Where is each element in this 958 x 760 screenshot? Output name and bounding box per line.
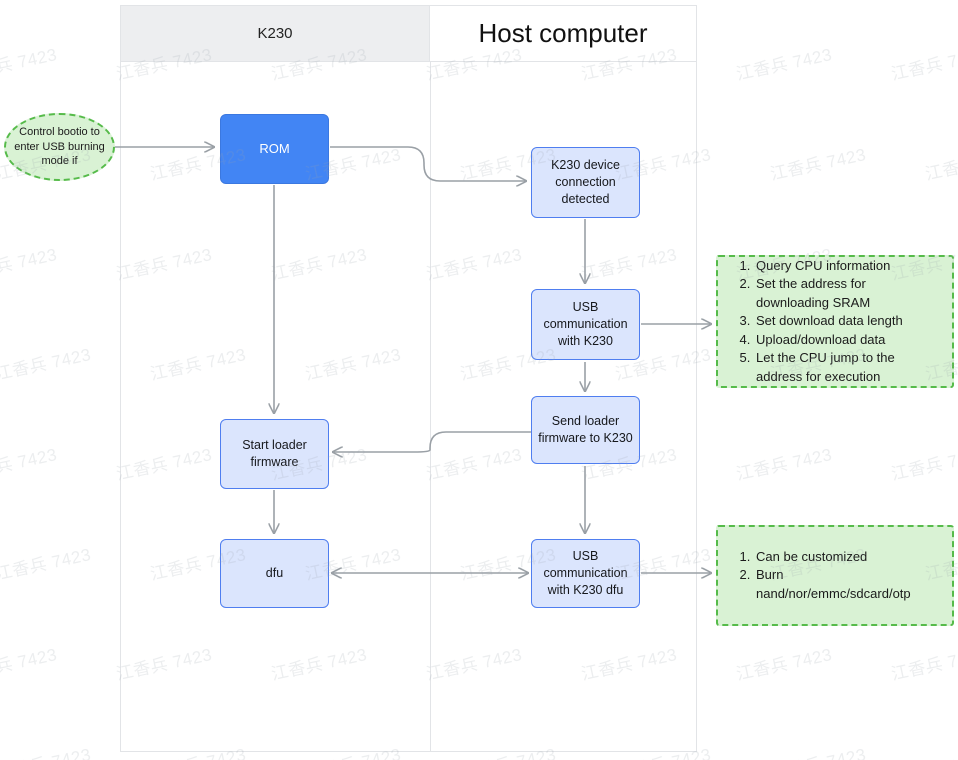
- node-rom[interactable]: ROM: [220, 114, 329, 184]
- node-usb-communication-with-k230-dfu-label: USBcommunicationwith K230 dfu: [543, 548, 627, 599]
- watermark-text: 江香兵 7423: [0, 740, 93, 760]
- watermark-text: 江香兵 7423: [922, 740, 958, 760]
- watermark-text: 江香兵 7423: [0, 440, 59, 485]
- callout-bootio-note-text: Control bootio to enter USB burning mode…: [12, 125, 107, 170]
- callout-usb-comm-steps-list: Query CPU informationSet the address for…: [732, 257, 938, 386]
- lane-header-host: Host computer: [430, 6, 696, 62]
- watermark-text: 江香兵 7423: [0, 40, 59, 85]
- callout-dfu-steps-list: Can be customizedBurn nand/nor/emmc/sdca…: [732, 548, 938, 603]
- watermark-text: 江香兵 7423: [888, 40, 958, 85]
- callout-list-item: Upload/download data: [754, 331, 938, 349]
- watermark-text: 江香兵 7423: [733, 640, 834, 685]
- watermark-text: 江香兵 7423: [767, 140, 868, 185]
- node-send-loader-firmware-to-k230[interactable]: Send loaderfirmware to K230: [531, 396, 640, 464]
- callout-list-item: Set download data length: [754, 312, 938, 330]
- node-k230-device-connection-detected-label: K230 deviceconnectiondetected: [551, 157, 620, 208]
- watermark-text: 江香兵 7423: [0, 640, 59, 685]
- callout-dfu-steps: Can be customizedBurn nand/nor/emmc/sdca…: [716, 525, 954, 626]
- node-usb-communication-with-k230-dfu[interactable]: USBcommunicationwith K230 dfu: [531, 539, 640, 608]
- node-send-loader-firmware-to-k230-label: Send loaderfirmware to K230: [538, 413, 632, 447]
- node-k230-device-connection-detected[interactable]: K230 deviceconnectiondetected: [531, 147, 640, 218]
- callout-bootio-note: Control bootio to enter USB burning mode…: [4, 113, 115, 181]
- node-start-loader-firmware[interactable]: Start loaderfirmware: [220, 419, 329, 489]
- callout-list-item: Can be customized: [754, 548, 938, 566]
- node-dfu[interactable]: dfu: [220, 539, 329, 608]
- callout-list-item: Query CPU information: [754, 257, 938, 275]
- lane-divider: [430, 62, 431, 751]
- watermark-text: 江香兵 7423: [767, 740, 868, 760]
- watermark-text: 江香兵 7423: [922, 140, 958, 185]
- node-usb-communication-with-k230-label: USBcommunicationwith K230: [543, 299, 627, 350]
- lane-header-k230: K230: [121, 6, 430, 62]
- lane-title-k230: K230: [257, 25, 292, 42]
- swimlane-container: K230 Host computer: [120, 5, 697, 752]
- callout-usb-comm-steps: Query CPU informationSet the address for…: [716, 255, 954, 388]
- watermark-text: 江香兵 7423: [888, 640, 958, 685]
- watermark-text: 江香兵 7423: [888, 440, 958, 485]
- watermark-text: 江香兵 7423: [0, 540, 93, 585]
- node-usb-communication-with-k230[interactable]: USBcommunicationwith K230: [531, 289, 640, 360]
- callout-list-item: Burn nand/nor/emmc/sdcard/otp: [754, 566, 938, 603]
- watermark-text: 江香兵 7423: [733, 440, 834, 485]
- callout-list-item: Set the address for downloading SRAM: [754, 275, 938, 312]
- lane-title-host: Host computer: [478, 18, 647, 49]
- watermark-text: 江香兵 7423: [0, 240, 59, 285]
- watermark-text: 江香兵 7423: [733, 40, 834, 85]
- node-start-loader-firmware-label: Start loaderfirmware: [242, 437, 307, 471]
- watermark-text: 江香兵 7423: [0, 340, 93, 385]
- callout-list-item: Let the CPU jump to the address for exec…: [754, 349, 938, 386]
- node-dfu-label: dfu: [266, 565, 283, 582]
- node-rom-label: ROM: [259, 140, 289, 158]
